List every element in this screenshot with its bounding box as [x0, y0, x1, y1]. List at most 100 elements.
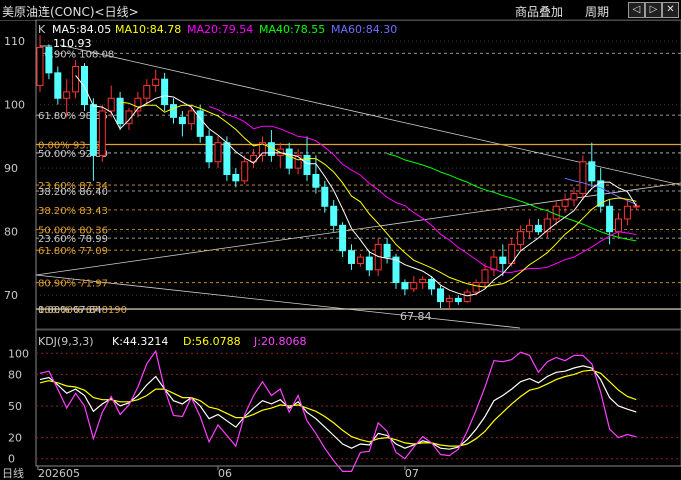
- candle-down: [205, 135, 213, 163]
- moving-average-lines: [75, 75, 637, 297]
- fib-label: 80.90% 71.97: [38, 279, 108, 290]
- kdj-y-tick-label: 100: [8, 347, 29, 360]
- candle-down: [223, 142, 231, 176]
- high-marker-label: 110.93: [53, 37, 92, 50]
- candle-down: [588, 161, 596, 182]
- legend-ma10: MA10:84.78: [115, 23, 181, 36]
- candle-down: [321, 186, 329, 207]
- x-tick-label: 202605: [38, 467, 80, 480]
- candle-down: [339, 224, 347, 252]
- kdj-y-tick-label: 0: [8, 453, 15, 466]
- main-y-tick-label: 90: [4, 162, 18, 175]
- candle-up: [615, 218, 622, 233]
- candle-down: [437, 288, 444, 303]
- chart-canvas: 7080901001100205080100 80.90% 108.0861.8…: [2, 19, 681, 480]
- ma20-line: [208, 106, 637, 273]
- y-axis-ticks: 70 80 90 100 110 0 20 50 80 100: [4, 35, 29, 466]
- candle-down: [196, 110, 204, 137]
- candle-down: [428, 278, 436, 290]
- candle-down: [170, 104, 177, 118]
- candle-up: [472, 282, 480, 293]
- kdj-j-value: J:20.8068: [253, 335, 306, 348]
- period-label: 日线: [2, 466, 24, 480]
- candle-up: [294, 154, 302, 169]
- kdj-y-tick-label: 80: [8, 368, 22, 381]
- candle-down: [348, 250, 355, 264]
- fib-label: 50.00% 92.39: [38, 149, 108, 160]
- candle-up: [490, 256, 498, 271]
- x-axis-ticks: 202605 06 07: [36, 465, 681, 480]
- kdj-y-tick-label: 50: [8, 400, 22, 413]
- candle-down: [401, 282, 409, 290]
- kdj-y-tick-label: 20: [8, 432, 22, 445]
- candle-down: [330, 205, 338, 226]
- candle-up: [356, 256, 364, 264]
- candle-down: [232, 174, 240, 182]
- candle-down: [383, 243, 391, 258]
- kdj-j-line: [39, 349, 637, 472]
- fib-label: 61.80% 77.09: [38, 246, 108, 257]
- legend-ma60: MA60:84.30: [331, 23, 397, 36]
- candle-up: [570, 193, 578, 201]
- candle-up: [410, 282, 418, 290]
- candle-down: [312, 174, 320, 188]
- candle-up: [107, 97, 115, 112]
- candle-up: [187, 110, 195, 125]
- main-y-tick-label: 80: [4, 226, 18, 239]
- candle-up: [579, 161, 587, 195]
- candle-up: [98, 110, 106, 156]
- candle-up: [445, 297, 453, 303]
- low-marker-label: 67.84: [400, 310, 432, 323]
- kdj-k-line: [39, 365, 637, 450]
- legend-ma40: MA40:78.55: [259, 23, 325, 36]
- candle-down: [454, 297, 462, 303]
- main-y-tick-label: 70: [4, 289, 18, 302]
- candle-up: [552, 205, 560, 220]
- candle-down: [365, 256, 373, 271]
- main-y-tick-label: 110: [4, 35, 25, 48]
- candle-up: [623, 205, 631, 220]
- candle-down: [161, 78, 169, 106]
- candle-up: [214, 142, 222, 163]
- legend-ma20: MA20:79.54: [187, 23, 253, 36]
- candle-up: [517, 231, 525, 245]
- candle-down: [606, 205, 614, 233]
- candle-up: [463, 291, 471, 303]
- candle-up: [561, 199, 569, 207]
- candle-up: [63, 91, 71, 99]
- fib-label: 23.60% 78.99: [38, 234, 108, 245]
- candle-down: [81, 65, 88, 106]
- candle-down: [178, 116, 186, 125]
- candle-up: [632, 205, 640, 208]
- candle-down: [89, 104, 97, 156]
- candle-up: [481, 269, 489, 284]
- fib-label: 38.20% 86.40: [38, 187, 108, 198]
- kdj-lines: [39, 349, 637, 472]
- candle-down: [534, 224, 542, 233]
- fib-label: 38.20% 83.43: [38, 206, 108, 217]
- kdj-d-line: [39, 369, 637, 447]
- kdj-legend: KDJ(9,3,3) K:44.3214 D:56.0788 J:20.8068: [38, 335, 306, 348]
- legend-ma5: MA5:84.05: [52, 23, 111, 36]
- candle-down: [285, 148, 293, 169]
- kdj-d-value: D:56.0788: [183, 335, 241, 348]
- candle-down: [45, 46, 53, 74]
- kdj-k-value: K:44.3214: [112, 335, 168, 348]
- ma-legend: K MA5:84.05 MA10:84.78 MA20:79.54 MA40:7…: [38, 23, 397, 36]
- candlestick-series: [36, 35, 640, 309]
- legend-k-label: K: [38, 23, 46, 36]
- trend-line-upper: [59, 44, 681, 186]
- candle-up: [419, 278, 427, 284]
- x-tick-label: 07: [405, 467, 419, 480]
- candle-up: [36, 46, 44, 87]
- candle-up: [241, 161, 249, 182]
- candle-down: [54, 72, 62, 99]
- x-tick-label: 06: [218, 467, 232, 480]
- candle-down: [499, 256, 507, 264]
- candle-up: [143, 85, 151, 99]
- fib-label: 0.00% 67.84: [38, 305, 102, 316]
- candle-up: [152, 78, 160, 87]
- candle-up: [526, 224, 533, 233]
- kdj-name: KDJ(9,3,3): [38, 335, 94, 348]
- fib-label: 61.80% 98.35: [38, 111, 108, 122]
